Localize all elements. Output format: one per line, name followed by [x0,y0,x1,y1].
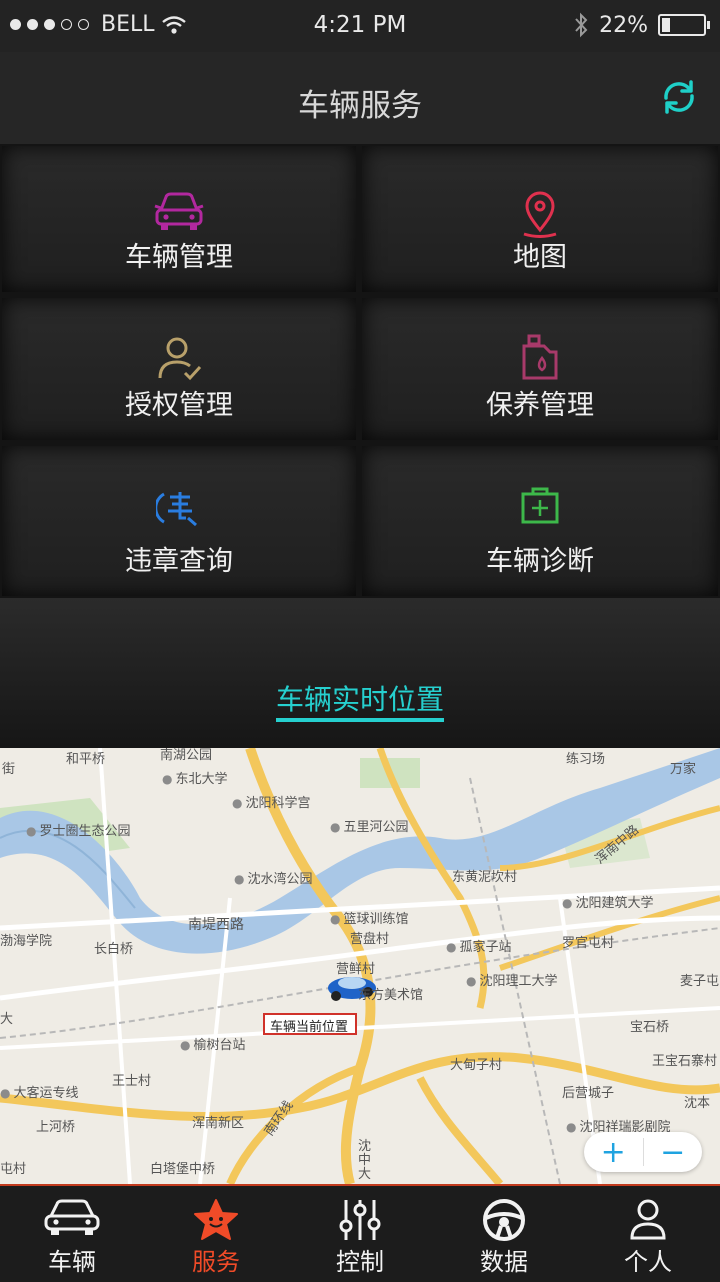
map-label: 五里河公园 [330,816,408,835]
map-label: 东方美术馆 [358,988,424,1003]
map-label: 沈阳建筑大学 [562,892,653,911]
map-label: 沈本 [684,1096,711,1111]
car-icon [44,1199,100,1235]
realtime-section: 车辆实时位置 [0,598,720,748]
tile-map[interactable]: 地图 [362,146,718,292]
map-label: 营鲜村 [336,962,376,977]
tile-violation-query[interactable]: 违章查询 [2,446,356,596]
tile-authorization-management[interactable]: 授权管理 [2,298,356,440]
tab-label: 个人 [624,1248,672,1276]
tile-label: 车辆诊断 [486,546,594,577]
map-label: 王士村 [112,1074,152,1089]
tab-data[interactable]: 数据 [432,1186,576,1282]
map-label: 罗官屯村 [562,936,615,951]
realtime-location-link[interactable]: 车辆实时位置 [0,678,720,722]
map-label: 大甸子村 [450,1058,503,1073]
map-label: 长白桥 [94,942,134,957]
map-label: 大 [0,1012,14,1027]
sliders-icon [339,1200,381,1240]
map-label: 屯村 [0,1162,27,1177]
zoom-in-button[interactable]: + [584,1132,643,1172]
battery-percent: 22% [599,12,648,38]
oil-bottle-icon [522,334,558,380]
first-aid-kit-icon [521,487,559,524]
bluetooth-icon [575,12,588,38]
map-label: 上河桥 [36,1120,76,1135]
map-label: 孤家子站 [446,936,511,955]
map-label: 浑南新区 [192,1116,245,1131]
tab-vehicle[interactable]: 车辆 [0,1186,144,1282]
page-title: 车辆服务 [298,88,422,124]
header: 车辆服务 [0,52,720,144]
violation-search-icon [156,492,197,527]
map-label: 麦子屯 [680,974,720,989]
tab-label: 车辆 [48,1248,96,1276]
map-label: 沈阳理工大学 [466,970,557,989]
tile-label: 车辆管理 [125,242,233,273]
service-grid: 车辆管理 地图 授权管理 保养管理 违章查询 车辆诊断 [0,144,720,598]
tile-label: 地图 [513,242,567,273]
map-label: 篮球训练馆 [330,908,408,927]
map-label: 营盘村 [350,932,390,947]
person-icon [630,1199,666,1240]
user-check-icon [158,337,202,381]
map-label: 和平桥 [66,752,106,767]
status-bar: BELL 4:21 PM 22% [0,0,720,52]
map-label: 万家 [670,762,697,777]
tile-maintenance-management[interactable]: 保养管理 [362,298,718,440]
tab-bar: 车辆 服务 控制 数据 个人 [0,1184,720,1282]
map-label: 街 [2,762,16,777]
map-label: 东北大学 [162,768,227,787]
tab-label: 服务 [192,1248,240,1276]
map-label: 罗士圈生态公园 [26,820,130,839]
map-label: 沈中大 [358,1139,372,1182]
map-label: 榆树台站 [180,1034,245,1053]
map-label: 东黄泥坎村 [452,870,518,885]
tile-label: 授权管理 [125,390,233,421]
battery-icon [658,14,710,36]
map-label: 南湖公园 [160,748,213,763]
tab-control[interactable]: 控制 [288,1186,432,1282]
tab-label: 控制 [336,1248,384,1276]
map-pin-icon [523,191,557,238]
status-right: 22% [573,12,710,38]
map-label: 大客运专线 [0,1082,78,1101]
tab-label: 数据 [480,1248,528,1276]
car-position-label: 车辆当前位置 [270,1020,349,1035]
tile-label: 违章查询 [125,546,233,577]
tab-personal[interactable]: 个人 [576,1186,720,1282]
zoom-out-button[interactable]: − [644,1132,703,1172]
steering-wheel-icon [483,1199,525,1241]
map-label: 后营城子 [562,1086,615,1101]
zoom-control: + − [584,1132,702,1172]
map-label: 白塔堡中桥 [150,1162,216,1177]
tile-label: 保养管理 [486,390,594,421]
car-front-icon [154,192,204,230]
map-view[interactable]: 车辆当前位置 和平桥 南湖公园 东北大学 沈阳科学宫 罗士圈生态公园 五里河公园… [0,748,720,1184]
map-label: 渤海学院 [0,934,53,949]
map-label: 练习场 [566,752,606,767]
tab-service[interactable]: 服务 [144,1186,288,1282]
battery-level [662,18,670,32]
map-label: 王宝石寨村 [652,1054,718,1069]
map-label: 沈水湾公园 [234,868,312,887]
star-smile-icon [194,1199,238,1240]
realtime-location-label: 车辆实时位置 [275,683,444,722]
battery-nub [707,21,710,29]
tile-vehicle-management[interactable]: 车辆管理 [2,146,356,292]
map-label: 宝石桥 [630,1020,670,1035]
map-label: 沈阳科学宫 [232,792,310,811]
refresh-icon[interactable] [658,76,700,118]
tile-vehicle-diagnosis[interactable]: 车辆诊断 [362,446,718,596]
map-label: 南堤西路 [188,917,244,933]
